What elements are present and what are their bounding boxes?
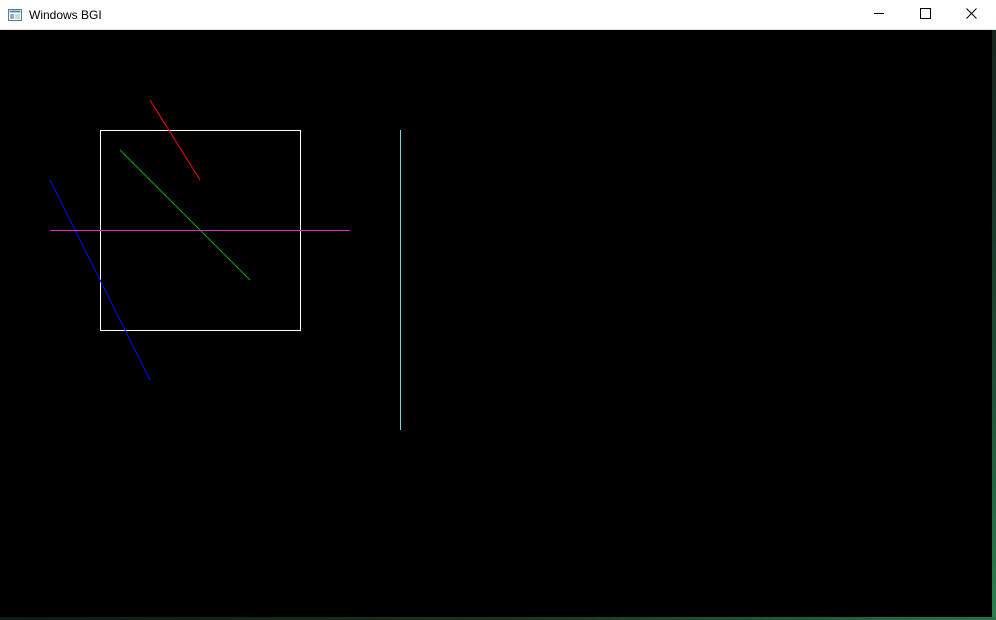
drawing-surface <box>49 99 401 430</box>
green-line <box>119 149 251 281</box>
desktop-edge-right <box>992 30 996 620</box>
title-bar[interactable]: Windows BGI <box>0 0 996 30</box>
maximize-button[interactable] <box>902 0 948 29</box>
minimize-button[interactable] <box>856 0 902 29</box>
red-line <box>149 99 201 181</box>
close-button[interactable] <box>948 0 994 29</box>
close-icon <box>965 6 977 24</box>
app-window-icon <box>8 8 22 21</box>
maximize-icon <box>919 6 931 24</box>
bgi-window: Windows BGI <box>0 0 996 620</box>
minimize-icon <box>873 6 885 24</box>
window-title: Windows BGI <box>29 8 102 22</box>
graphics-canvas[interactable] <box>0 30 992 618</box>
